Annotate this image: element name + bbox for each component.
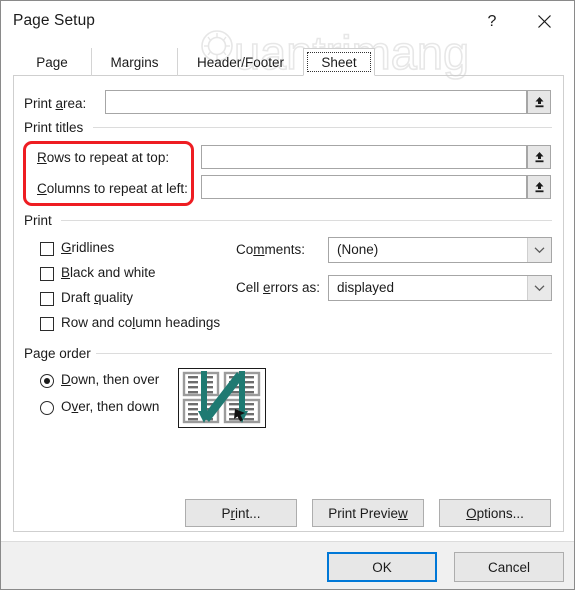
page-title: Page Setup	[13, 12, 96, 29]
rows-to-repeat-label: Rows to repeat at top:	[37, 150, 170, 165]
tab-label: Page	[36, 54, 68, 70]
radio-down-then-over-label: Down, then over	[61, 372, 160, 387]
comments-dropdown[interactable]: (None)	[328, 237, 552, 263]
print-group-label: Print	[24, 213, 58, 228]
cell-errors-value: displayed	[337, 280, 395, 295]
checkbox-row-and-column-headings-label: Row and column headings	[61, 315, 221, 330]
page-order-preview-icon	[178, 368, 266, 428]
cell-errors-label: Cell errors as:	[236, 280, 321, 295]
tab-header-footer[interactable]: Header/Footer	[177, 48, 303, 76]
rows-to-repeat-input[interactable]	[201, 145, 527, 169]
help-icon[interactable]: ?	[470, 1, 514, 42]
print-area-collapse-dialog-icon[interactable]	[527, 90, 551, 114]
checkbox-draft-quality[interactable]	[40, 292, 54, 306]
print-group-rule	[61, 220, 552, 221]
close-icon[interactable]	[522, 1, 566, 42]
tab-focus-outline	[307, 52, 371, 72]
print-titles-group-rule	[93, 127, 552, 128]
checkbox-gridlines-label: Gridlines	[61, 240, 115, 255]
columns-to-repeat-input[interactable]	[201, 175, 527, 199]
cancel-button[interactable]: Cancel	[454, 552, 564, 582]
columns-to-repeat-label: Columns to repeat at left:	[37, 181, 188, 196]
print-button-label: Print...	[221, 505, 261, 521]
print-button[interactable]: Print...	[185, 499, 297, 527]
page-setup-dialog: Page Setup ? Page Margins Header/Footer …	[0, 0, 575, 590]
options-button[interactable]: Options...	[439, 499, 551, 527]
print-area-label: Print area:	[24, 96, 87, 111]
comments-value: (None)	[337, 242, 379, 257]
title-bar: Page Setup ?	[1, 1, 574, 42]
cell-errors-dropdown[interactable]: displayed	[328, 275, 552, 301]
tab-label: Header/Footer	[196, 54, 285, 70]
radio-down-then-over[interactable]	[40, 374, 54, 388]
page-order-group-rule	[96, 353, 552, 354]
ok-button[interactable]: OK	[327, 552, 437, 582]
chevron-down-icon[interactable]	[527, 276, 551, 300]
checkbox-black-and-white[interactable]	[40, 267, 54, 281]
rows-to-repeat-collapse-dialog-icon[interactable]	[527, 145, 551, 169]
options-button-label: Options...	[466, 505, 524, 521]
print-titles-group-label: Print titles	[24, 120, 90, 135]
page-order-group-label: Page order	[24, 346, 97, 361]
tab-label: Margins	[110, 54, 159, 70]
columns-to-repeat-collapse-dialog-icon[interactable]	[527, 175, 551, 199]
tab-strip: Page Margins Header/Footer Sheet	[13, 48, 564, 76]
radio-over-then-down-label: Over, then down	[61, 399, 160, 414]
radio-over-then-down[interactable]	[40, 401, 54, 415]
chevron-down-icon[interactable]	[527, 238, 551, 262]
print-preview-button[interactable]: Print Preview	[312, 499, 424, 527]
tab-sheet[interactable]: Sheet	[303, 48, 375, 76]
print-preview-button-label: Print Preview	[328, 505, 408, 521]
checkbox-draft-quality-label: Draft quality	[61, 290, 134, 305]
checkbox-black-and-white-label: Black and white	[61, 265, 156, 280]
tab-page[interactable]: Page	[13, 48, 91, 76]
checkbox-gridlines[interactable]	[40, 242, 54, 256]
tab-margins[interactable]: Margins	[91, 48, 177, 76]
comments-label: Comments:	[236, 242, 306, 257]
checkbox-row-and-column-headings[interactable]	[40, 317, 54, 331]
print-area-input[interactable]	[105, 90, 527, 114]
